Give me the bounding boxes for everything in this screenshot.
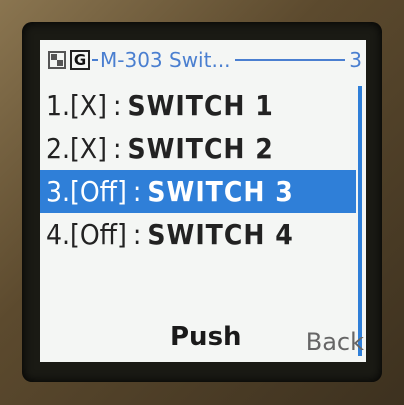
item-label: SWITCH 4 [147, 218, 294, 251]
phone-screen: G M-303 Swit... 3 1. [X]: SWITCH 1 2. [X]: S… [40, 40, 366, 362]
item-state: [Off] [70, 175, 127, 208]
item-separator: : [112, 132, 122, 165]
push-softkey[interactable]: Push [170, 322, 242, 352]
item-state: [Off] [70, 218, 127, 251]
item-index: 1. [46, 89, 71, 122]
softkey-bar: Push Back [40, 318, 366, 358]
list-item-switch-4[interactable]: 4. [Off]: SWITCH 4 [40, 213, 356, 256]
item-label: SWITCH 1 [127, 89, 274, 122]
title-divider [234, 59, 346, 61]
item-index: 4. [46, 218, 71, 251]
item-state: [X] [70, 89, 107, 122]
item-separator: : [112, 89, 122, 122]
back-softkey[interactable]: Back [306, 328, 364, 356]
page-number: 3 [349, 48, 362, 72]
g-badge-icon: G [70, 50, 90, 70]
list-item-switch-3[interactable]: 3. [Off]: SWITCH 3 [40, 170, 356, 213]
network-icon [48, 51, 66, 69]
title-dash [92, 59, 98, 61]
item-label: SWITCH 2 [127, 132, 274, 165]
item-state: [X] [70, 132, 107, 165]
page-title: M-303 Swit... [100, 48, 231, 72]
item-label: SWITCH 3 [147, 175, 294, 208]
title-bar: G M-303 Swit... 3 [40, 40, 366, 80]
item-separator: : [132, 175, 142, 208]
scrollbar[interactable] [358, 86, 362, 356]
list-item-switch-2[interactable]: 2. [X]: SWITCH 2 [40, 127, 356, 170]
item-separator: : [132, 218, 142, 251]
item-index: 3. [46, 175, 71, 208]
list-item-switch-1[interactable]: 1. [X]: SWITCH 1 [40, 84, 356, 127]
switch-list: 1. [X]: SWITCH 1 2. [X]: SWITCH 2 3. [Off]: SW… [40, 84, 356, 256]
item-index: 2. [46, 132, 71, 165]
